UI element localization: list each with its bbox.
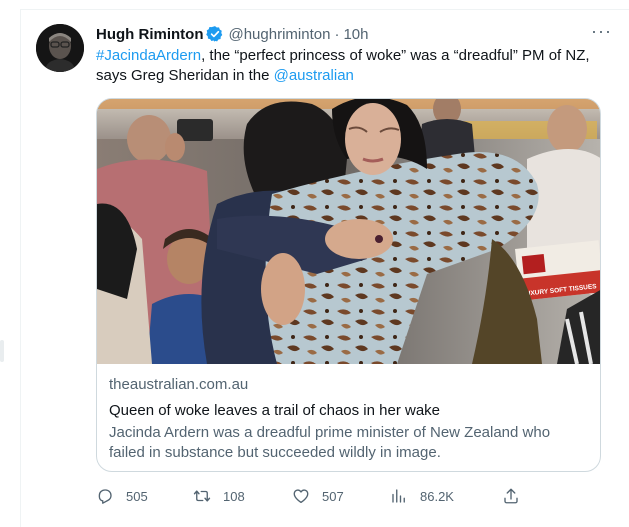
tweet-text: #JacindaArdern, the “perfect princess of…: [96, 46, 616, 86]
reply-count: 505: [126, 488, 148, 504]
card-image[interactable]: LUXURY SOFT TISSUES: [97, 99, 600, 364]
link-preview-card[interactable]: LUXURY SOFT TISSUES theaustralian.com.au…: [96, 98, 601, 472]
card-description: Jacinda Ardern was a dreadful prime mini…: [109, 424, 551, 461]
verified-badge-icon: [206, 25, 224, 43]
hashtag-link[interactable]: #JacindaArdern: [96, 47, 201, 64]
views-count: 86.2K: [420, 488, 454, 504]
views-button[interactable]: 86.2K: [390, 484, 454, 508]
tweet[interactable]: Hugh Riminton @hughriminton · 10h ··· #J…: [20, 9, 629, 527]
author-name[interactable]: Hugh Riminton: [96, 26, 203, 43]
share-icon: [502, 487, 520, 505]
tweet-actions: 505 108 507 86.2K: [96, 484, 526, 508]
reply-icon: [96, 487, 114, 505]
heart-icon: [292, 487, 310, 505]
like-count: 507: [322, 488, 344, 504]
like-button[interactable]: 507: [292, 484, 344, 508]
more-options-button[interactable]: ···: [591, 22, 611, 43]
tweet-header: Hugh Riminton @hughriminton · 10h: [96, 23, 609, 45]
retweet-button[interactable]: 108: [193, 484, 245, 508]
card-meta: theaustralian.com.au Queen of woke leave…: [109, 375, 588, 463]
author-handle[interactable]: @hughriminton: [228, 26, 330, 43]
card-domain: theaustralian.com.au: [109, 376, 249, 393]
more-horizontal-icon: ···: [591, 21, 612, 41]
card-title[interactable]: Queen of woke leaves a trail of chaos in…: [109, 401, 588, 421]
retweet-count: 108: [223, 488, 245, 504]
reply-button[interactable]: 505: [96, 484, 148, 508]
mention-link[interactable]: @australian: [274, 67, 354, 84]
share-button[interactable]: [502, 484, 520, 508]
avatar[interactable]: [36, 24, 84, 72]
separator-dot: ·: [334, 25, 340, 43]
timestamp[interactable]: 10h: [343, 26, 368, 43]
adjacent-panel-edge: [0, 340, 4, 362]
views-icon: [390, 487, 408, 505]
retweet-icon: [193, 487, 211, 505]
